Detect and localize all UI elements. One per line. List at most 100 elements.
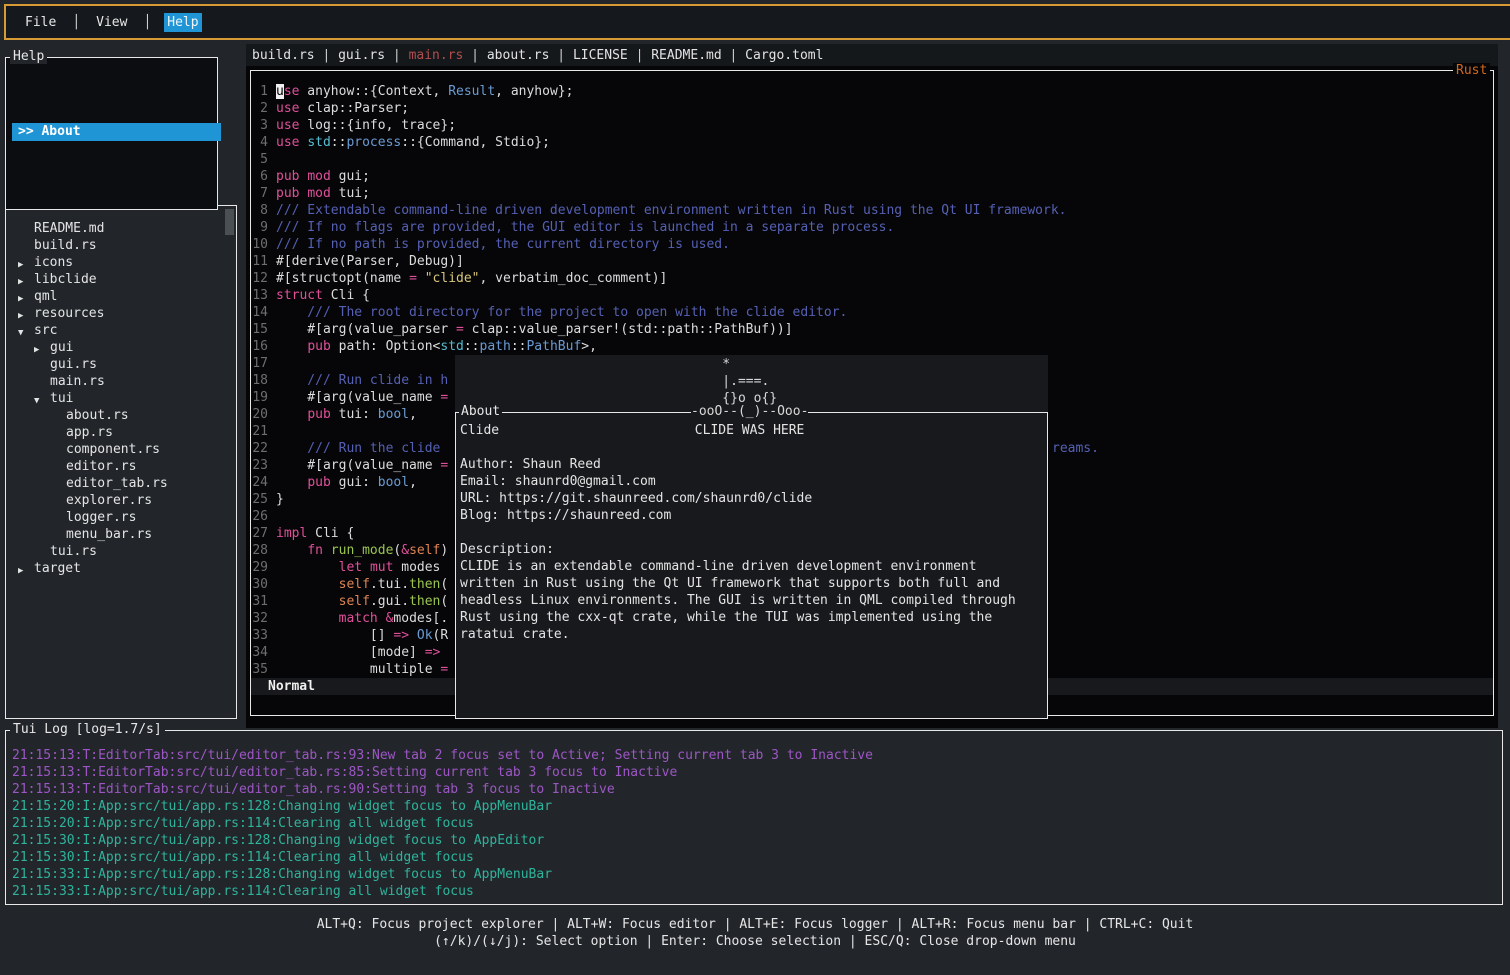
line-number: 1: [252, 83, 268, 100]
editor-tab-bar: build.rs | gui.rs | main.rs | about.rs |…: [252, 47, 823, 64]
code-token: [417, 271, 425, 286]
code-token: [276, 475, 307, 490]
menu-item-view[interactable]: View: [93, 13, 130, 32]
code-token: self: [409, 543, 440, 558]
tree-item-gui-rs[interactable]: gui.rs: [6, 356, 234, 373]
code-token: multiple: [276, 662, 440, 677]
language-badge: Rust: [1453, 63, 1490, 78]
tree-item-logger-rs[interactable]: logger.rs: [6, 509, 234, 526]
editor-tab-build.rs[interactable]: build.rs: [252, 48, 315, 63]
editor-tab-main.rs[interactable]: main.rs: [409, 48, 464, 63]
tree-item-tui[interactable]: ▼tui: [6, 390, 234, 407]
code-token: [276, 577, 339, 592]
tree-item-label: editor.rs: [66, 458, 136, 475]
code-line[interactable]: 10/// If no path is provided, the curren…: [252, 236, 1492, 253]
tree-item-icons[interactable]: ▶icons: [6, 254, 234, 271]
code-line[interactable]: 3use log::{info, trace};: [252, 117, 1492, 134]
tree-item-gui[interactable]: ▶gui: [6, 339, 234, 356]
code-token: mod: [307, 186, 330, 201]
code-token: ::: [464, 339, 480, 354]
tree-item-menu-bar-rs[interactable]: menu_bar.rs: [6, 526, 234, 543]
code-line[interactable]: 5: [252, 151, 1492, 168]
tree-item-explorer-rs[interactable]: explorer.rs: [6, 492, 234, 509]
tree-item-component-rs[interactable]: component.rs: [6, 441, 234, 458]
code-token: then: [409, 577, 440, 592]
code-line[interactable]: 11#[derive(Parser, Debug)]: [252, 253, 1492, 270]
tree-item-label: logger.rs: [66, 509, 136, 526]
code-token: =: [409, 271, 417, 286]
code-line[interactable]: 16 pub path: Option<std::path::PathBuf>,: [252, 338, 1492, 355]
tree-item-src[interactable]: ▼src: [6, 322, 234, 339]
tree-item-resources[interactable]: ▶resources: [6, 305, 234, 322]
log-line: 21:15:20:I:App:src/tui/app.rs:128:Changi…: [12, 798, 873, 815]
code-token: /// Run the clide: [276, 441, 448, 456]
editor-tab-about.rs[interactable]: about.rs: [487, 48, 550, 63]
tree-item-label: gui: [50, 339, 73, 356]
code-token: pub: [276, 169, 299, 184]
code-token: ::: [511, 339, 527, 354]
tree-item-editor-tab-rs[interactable]: editor_tab.rs: [6, 475, 234, 492]
line-number: 32: [252, 610, 268, 627]
editor-tab-readme.md[interactable]: README.md: [651, 48, 721, 63]
code-line[interactable]: 13struct Cli {: [252, 287, 1492, 304]
code-token: let: [339, 560, 362, 575]
code-token: ,: [409, 475, 417, 490]
tree-item-tui-rs[interactable]: tui.rs: [6, 543, 234, 560]
line-number: 26: [252, 508, 268, 525]
code-line[interactable]: 4use std::process::{Command, Stdio};: [252, 134, 1492, 151]
code-line[interactable]: 1use anyhow::{Context, Result, anyhow};: [252, 83, 1492, 100]
code-token: }: [276, 492, 284, 507]
code-token: .gui.: [370, 594, 409, 609]
code-token: clap::Parser;: [299, 101, 409, 116]
tree-item-label: explorer.rs: [66, 492, 152, 509]
code-line[interactable]: 14 /// The root directory for the projec…: [252, 304, 1492, 321]
code-line[interactable]: 2use clap::Parser;: [252, 100, 1492, 117]
tree-item-label: build.rs: [34, 237, 97, 254]
code-line[interactable]: 12#[structopt(name = "clide", verbatim_d…: [252, 270, 1492, 287]
code-line[interactable]: 9/// If no flags are provided, the GUI e…: [252, 219, 1492, 236]
tree-item-libclide[interactable]: ▶libclide: [6, 271, 234, 288]
tree-item-about-rs[interactable]: about.rs: [6, 407, 234, 424]
code-token: clap::value_parser!(std::path::PathBuf))…: [464, 322, 793, 337]
menu-separator: │: [72, 14, 80, 31]
clide-ascii-art: * |.===. {}o o{}: [691, 356, 777, 407]
editor-tab-gui.rs[interactable]: gui.rs: [338, 48, 385, 63]
tab-separator: |: [722, 48, 745, 63]
code-token: path: Option<: [331, 339, 441, 354]
code-line[interactable]: 6pub mod gui;: [252, 168, 1492, 185]
line-number: 19: [252, 389, 268, 406]
code-token: >,: [581, 339, 597, 354]
code-token: std: [307, 135, 330, 150]
menu-item-file[interactable]: File: [22, 13, 59, 32]
menu-separator: │: [143, 14, 151, 31]
code-token: #[arg(value_name: [276, 458, 440, 473]
tree-item-app-rs[interactable]: app.rs: [6, 424, 234, 441]
code-token: impl: [276, 526, 307, 541]
code-token: =: [440, 662, 448, 677]
line-number: 31: [252, 593, 268, 610]
tree-item-build-rs[interactable]: build.rs: [6, 237, 234, 254]
code-line[interactable]: 8/// Extendable command-line driven deve…: [252, 202, 1492, 219]
tree-item-editor-rs[interactable]: editor.rs: [6, 458, 234, 475]
tree-item-readme-md[interactable]: README.md: [6, 220, 234, 237]
editor-tab-cargo.toml[interactable]: Cargo.toml: [745, 48, 823, 63]
line-number: 16: [252, 338, 268, 355]
tree-item-label: resources: [34, 305, 104, 322]
code-token: pub: [276, 186, 299, 201]
log-line: 21:15:33:I:App:src/tui/app.rs:128:Changi…: [12, 866, 873, 883]
code-token: gui:: [331, 475, 378, 490]
code-token: Result: [448, 84, 495, 99]
help-menu-item-about[interactable]: >> About: [12, 123, 221, 141]
tab-separator: |: [315, 48, 338, 63]
line-number: 28: [252, 542, 268, 559]
menu-item-help[interactable]: Help: [164, 13, 201, 32]
tree-item-main-rs[interactable]: main.rs: [6, 373, 234, 390]
code-token: #[arg(value_parser: [276, 322, 456, 337]
code-line[interactable]: 7pub mod tui;: [252, 185, 1492, 202]
editor-tab-license[interactable]: LICENSE: [573, 48, 628, 63]
code-line[interactable]: 15 #[arg(value_parser = clap::value_pars…: [252, 321, 1492, 338]
project-explorer-panel: README.mdbuild.rs▶icons▶libclide▶qml▶res…: [5, 205, 237, 719]
code-token: [276, 339, 307, 354]
tree-item-target[interactable]: ▶target: [6, 560, 234, 577]
tree-item-qml[interactable]: ▶qml: [6, 288, 234, 305]
